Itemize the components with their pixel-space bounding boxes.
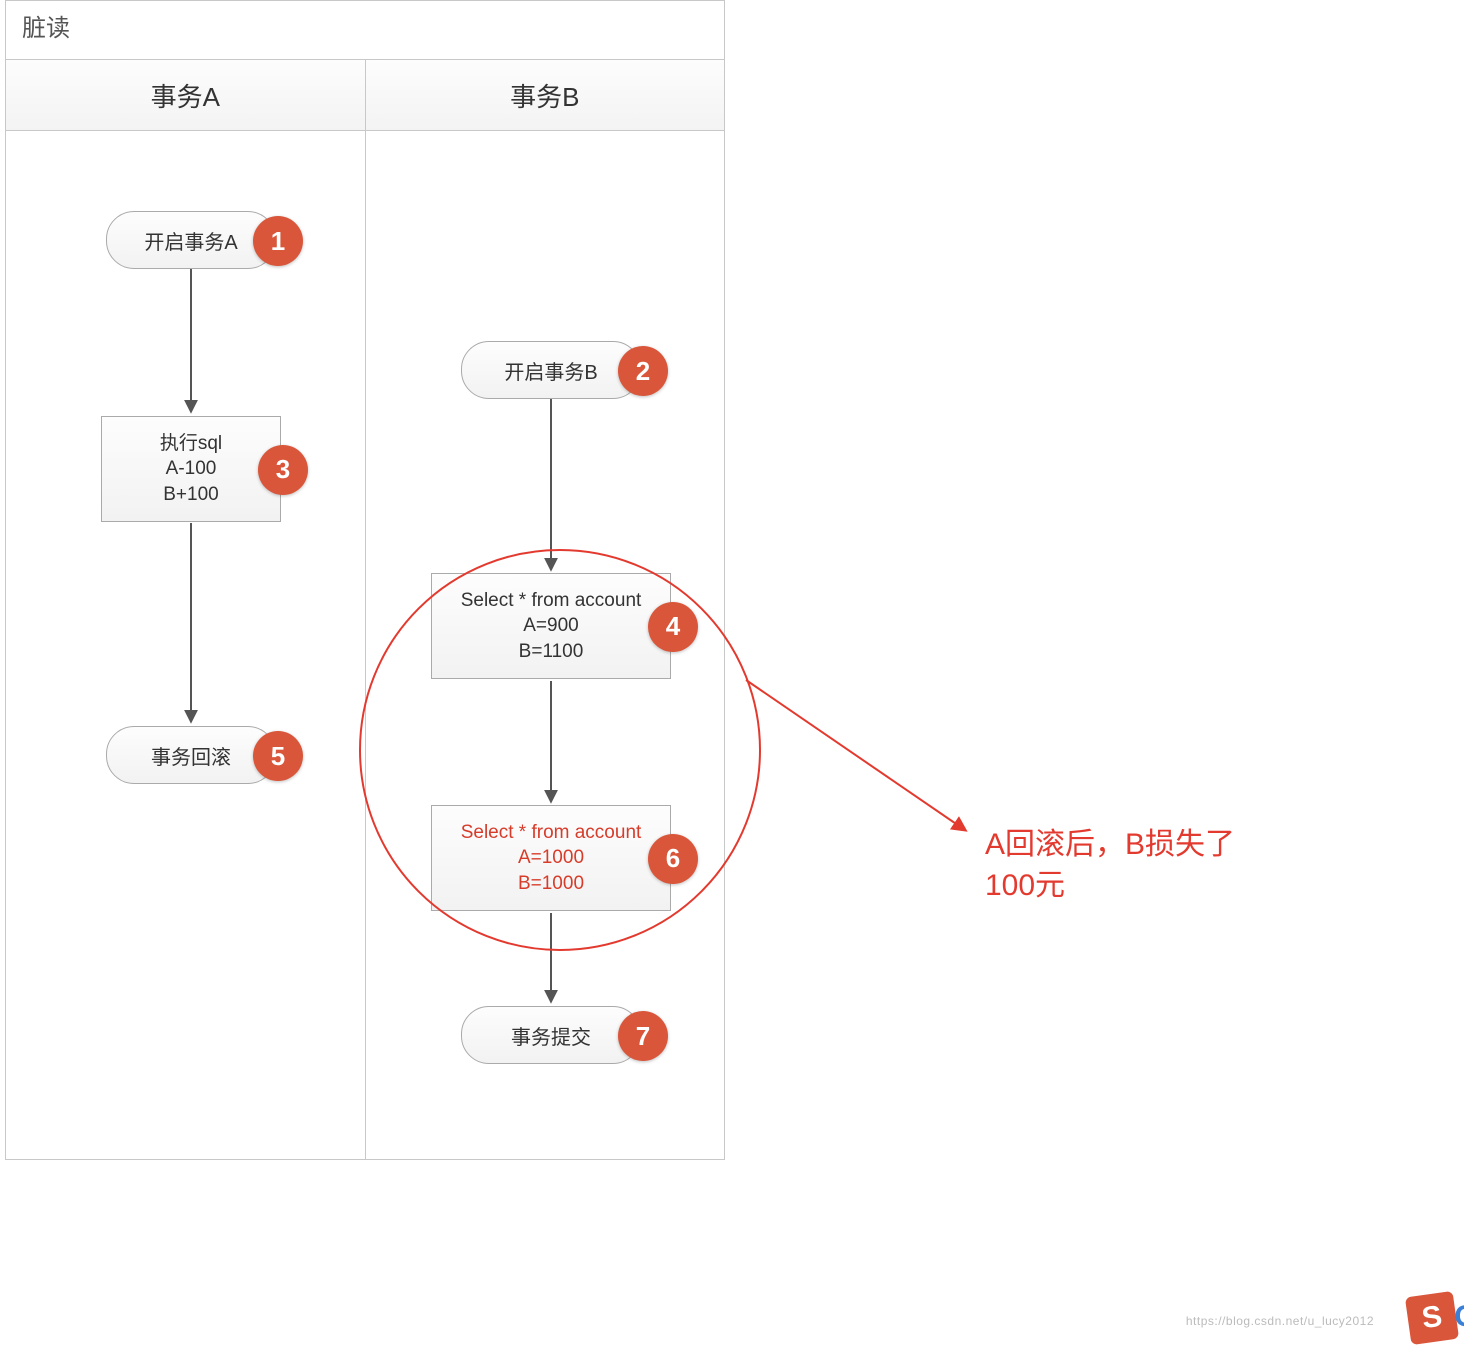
badge-3: 3 xyxy=(258,445,308,495)
node-commit-b: 事务提交 7 xyxy=(461,1006,641,1064)
annotation-line1: A回滚后，B损失了 xyxy=(985,825,1235,866)
badge-1: 1 xyxy=(253,216,303,266)
badge-6: 6 xyxy=(648,834,698,884)
node-start-a: 开启事务A 1 xyxy=(106,211,276,269)
column-header-row: 事务A 事务B xyxy=(6,59,724,131)
column-divider xyxy=(365,129,366,1159)
column-header-b: 事务B xyxy=(365,60,725,130)
logo-c: C xyxy=(1454,1300,1464,1334)
node-select2-b-line1: Select * from account xyxy=(461,820,642,846)
node-select1-b-line2: A=900 xyxy=(523,613,578,639)
node-select1-b-line3: B=1100 xyxy=(519,639,584,665)
diagram-canvas: 脏读 事务A 事务B 开启事务A 1 执行sq xyxy=(0,0,1464,1372)
badge-5: 5 xyxy=(253,731,303,781)
node-select1-b-line1: Select * from account xyxy=(461,588,642,614)
node-sql-a-line2: A-100 xyxy=(166,456,217,482)
node-sql-a-line3: B+100 xyxy=(163,482,218,508)
annotation-line2: 100元 xyxy=(985,866,1235,907)
node-rollback-a: 事务回滚 5 xyxy=(106,726,276,784)
node-select2-b-line2: A=1000 xyxy=(518,845,584,871)
node-sql-a: 执行sql A-100 B+100 3 xyxy=(101,416,281,522)
annotation-text: A回滚后，B损失了 100元 xyxy=(985,825,1235,906)
column-header-a: 事务A xyxy=(6,60,365,130)
logo-s: S xyxy=(1405,1291,1459,1345)
diagram-panel: 脏读 事务A 事务B 开启事务A 1 执行sq xyxy=(5,0,725,1160)
badge-2: 2 xyxy=(618,346,668,396)
node-select1-b: Select * from account A=900 B=1100 4 xyxy=(431,573,671,679)
watermark: https://blog.csdn.net/u_lucy2012 xyxy=(1186,1314,1374,1328)
node-start-b: 开启事务B 2 xyxy=(461,341,641,399)
node-select2-b: Select * from account A=1000 B=1000 6 xyxy=(431,805,671,911)
badge-4: 4 xyxy=(648,602,698,652)
panel-title: 脏读 xyxy=(22,8,70,43)
logo: S C xyxy=(1400,1286,1464,1350)
node-start-b-label: 开启事务B xyxy=(504,356,597,385)
node-sql-a-line1: 执行sql xyxy=(160,431,222,457)
node-commit-b-label: 事务提交 xyxy=(511,1021,591,1050)
node-start-a-label: 开启事务A xyxy=(144,226,237,255)
node-select2-b-line3: B=1000 xyxy=(518,871,584,897)
node-rollback-a-label: 事务回滚 xyxy=(151,741,231,770)
badge-7: 7 xyxy=(618,1011,668,1061)
